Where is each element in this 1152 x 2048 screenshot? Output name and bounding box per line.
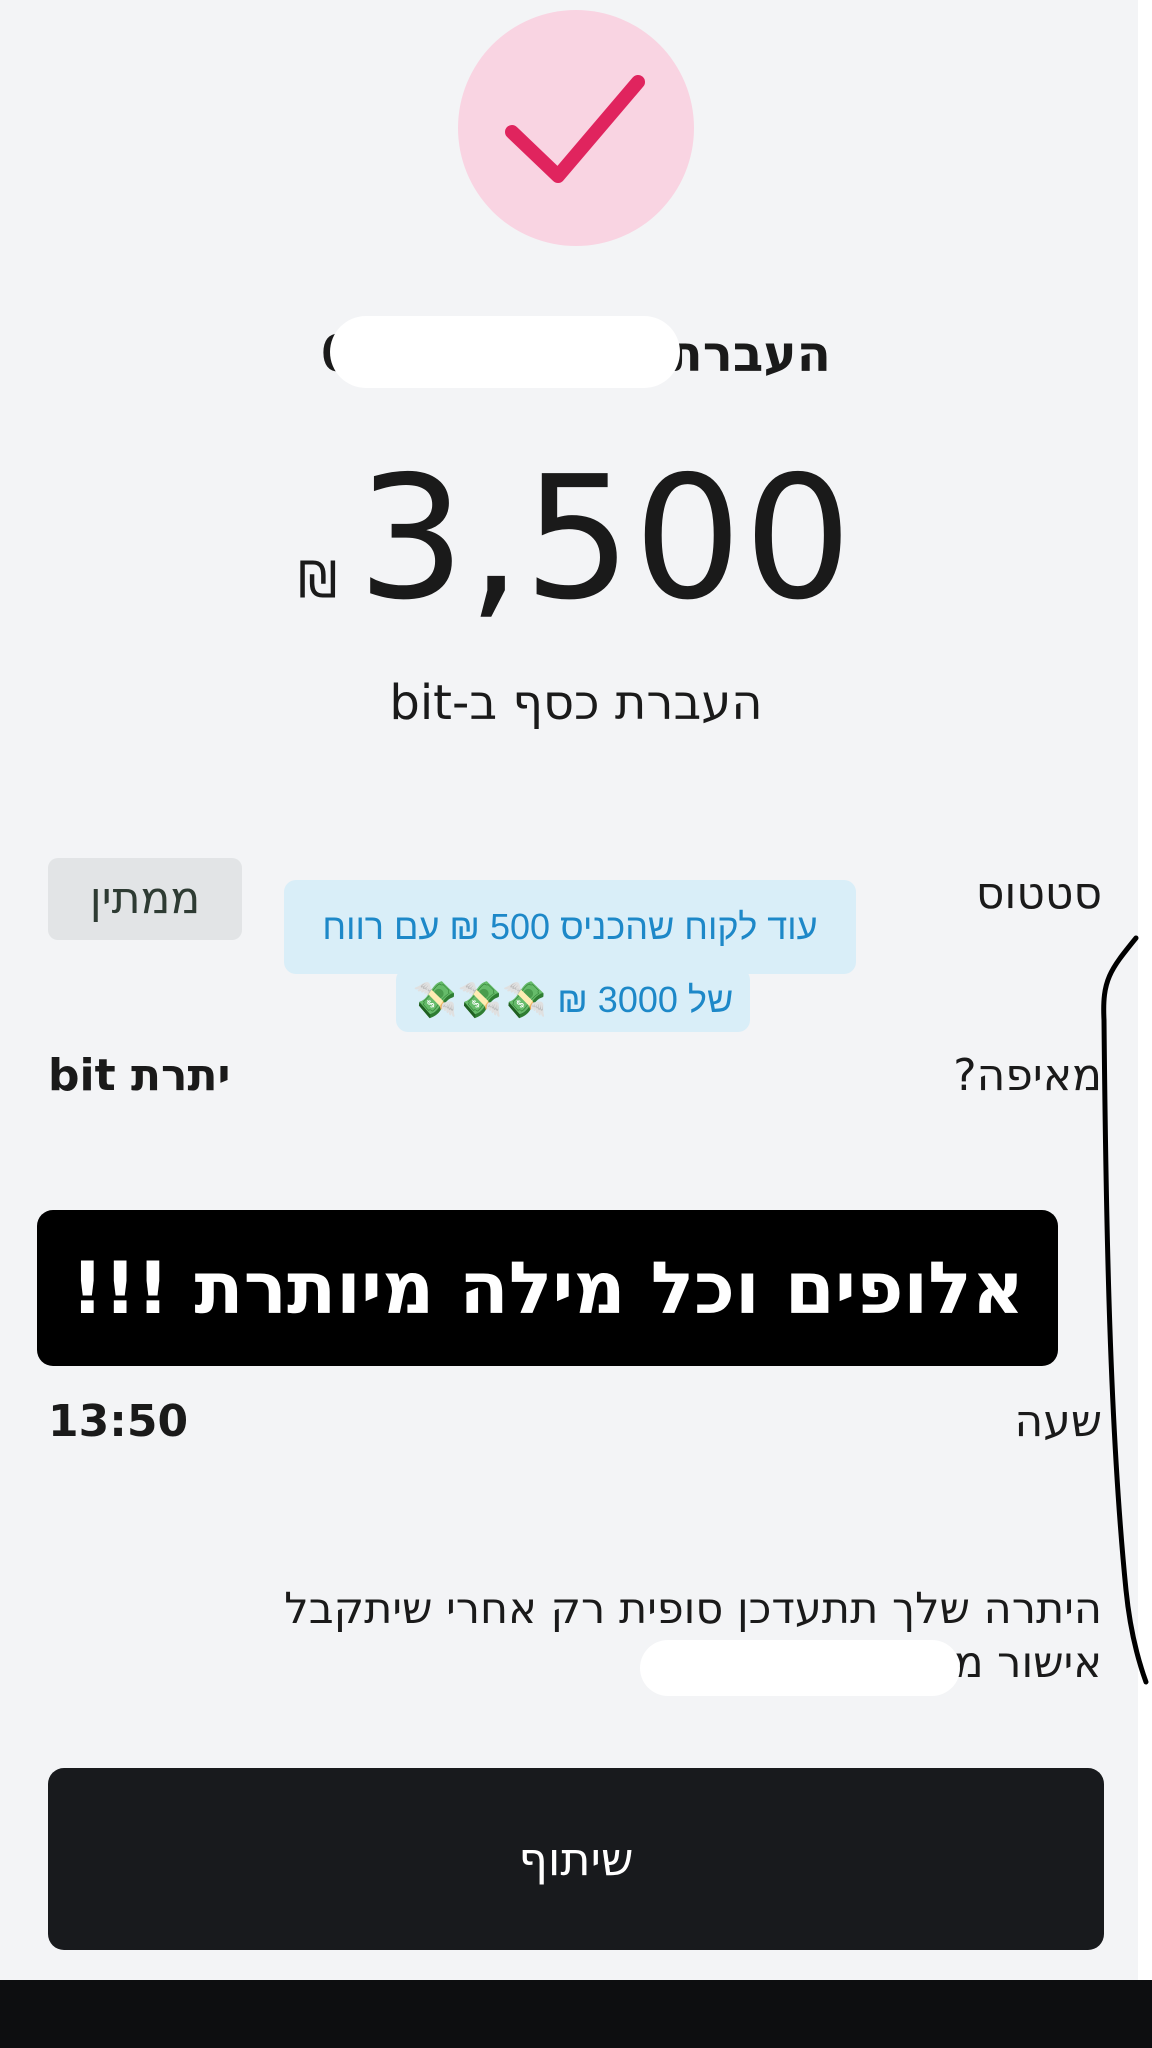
scribble-line [1101, 935, 1149, 1685]
overlay-banner: אלופים וכל מילה מיותרת !!! [37, 1210, 1058, 1366]
status-badge: ממתין [48, 858, 242, 940]
sticker-text-line1: עוד לקוח שהכניס 500 ₪ עם רווח [284, 880, 856, 974]
time-label: שעה [1014, 1396, 1102, 1447]
transfer-subtitle: העברת כסף ב-bit [389, 675, 763, 731]
amount-value: 3,500 [357, 440, 854, 638]
redaction-mark [330, 316, 680, 388]
bottom-bar [0, 1980, 1152, 2048]
currency-symbol: ₪ [298, 551, 338, 609]
sticker-text-line2: של 3000 ₪ 💸💸💸 [396, 968, 750, 1032]
status-label: סטטוס [975, 868, 1102, 919]
success-check-icon [458, 10, 694, 246]
source-label: מאיפה? [953, 1050, 1102, 1101]
amount-display: 3,500 ₪ [0, 440, 1152, 638]
share-button[interactable]: שיתוף [48, 1768, 1104, 1950]
source-value: יתרת bit [48, 1050, 231, 1101]
time-value: 13:50 [48, 1396, 189, 1447]
redaction-mark [640, 1640, 960, 1696]
